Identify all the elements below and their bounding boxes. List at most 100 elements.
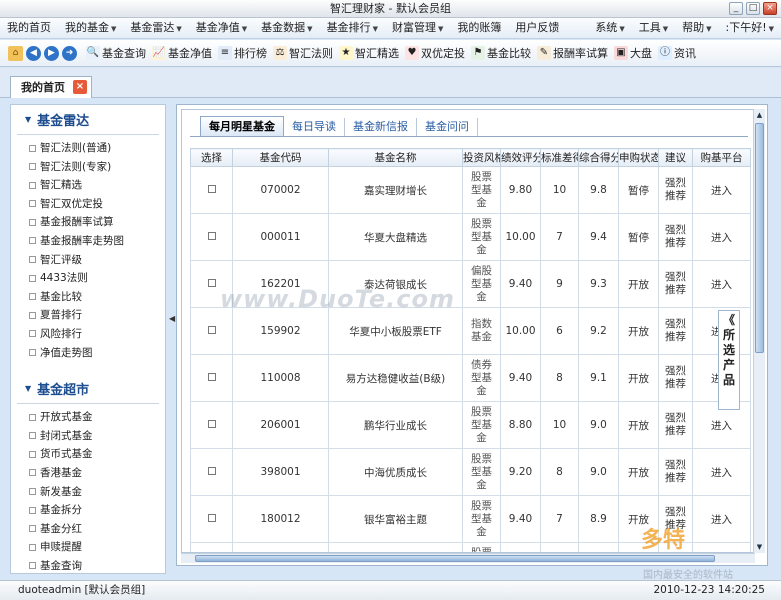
scroll-down-icon[interactable]: ▼ (754, 541, 765, 553)
subtab[interactable]: 每月明星基金 (200, 116, 284, 136)
horizontal-scrollbar[interactable] (181, 553, 755, 563)
sidebar-item[interactable]: 香港基金 (11, 464, 165, 483)
subtab[interactable]: 基金新信报 (345, 118, 417, 136)
back-icon[interactable]: ◀ (26, 45, 41, 61)
column-header[interactable]: 申购状态 (618, 148, 659, 167)
select-checkbox[interactable] (207, 373, 216, 381)
vertical-scrollbar[interactable]: ▲ ▼ (753, 109, 765, 553)
toolbar-button[interactable]: ≡ 排行榜 (218, 45, 267, 61)
sidebar-section-header[interactable]: ▼ 基金超市 (17, 374, 159, 405)
buy-link[interactable]: 进入 (692, 542, 751, 552)
menu-item[interactable]: 基金净值 ▼ (189, 17, 254, 40)
menu-item[interactable]: 基金排行 ▼ (320, 17, 385, 40)
sidebar-item[interactable]: 基金比较 (11, 288, 165, 307)
column-header[interactable]: 购基平台 (692, 148, 751, 167)
select-checkbox[interactable] (207, 467, 216, 475)
minimize-button[interactable]: _ (729, 2, 743, 15)
menu-item[interactable]: 基金雷达 ▼ (123, 17, 188, 40)
sidebar-item[interactable]: 基金查询 (11, 557, 165, 573)
select-checkbox[interactable] (207, 185, 216, 193)
sidebar-item[interactable]: 货币式基金 (11, 445, 165, 464)
sidebar-item[interactable]: 申赎提醒 (11, 538, 165, 557)
sidebar-item[interactable]: 基金拆分 (11, 501, 165, 520)
home-icon[interactable]: ⌂ (8, 45, 23, 61)
maximize-button[interactable]: □ (746, 2, 760, 15)
menu-item[interactable]: 我的账簿 (450, 17, 508, 40)
menu-item[interactable]: :下午好! ▼ (718, 17, 781, 40)
sidebar-item[interactable]: 封闭式基金 (11, 427, 165, 446)
buy-link[interactable]: 进入 (692, 166, 751, 214)
buy-link[interactable]: 进入 (692, 448, 751, 496)
close-tab-icon[interactable]: × (73, 80, 87, 94)
fund-name[interactable]: 银华富裕主题 (328, 495, 463, 543)
column-header[interactable]: 基金名称 (328, 148, 463, 167)
sidebar-item[interactable]: 开放式基金 (11, 408, 165, 427)
toolbar-button[interactable]: ★ 智汇精选 (339, 45, 399, 61)
sidebar-item[interactable]: 基金分红 (11, 520, 165, 539)
column-header[interactable]: 投资风格 (462, 148, 501, 167)
fund-name[interactable]: 鹏华行业成长 (328, 401, 463, 449)
column-header[interactable]: 建议 (658, 148, 693, 167)
column-header[interactable]: 选择 (190, 148, 233, 167)
toolbar-button[interactable]: 📈 基金净值 (152, 45, 212, 61)
column-header[interactable]: 基金代码 (232, 148, 329, 167)
sidebar-item[interactable]: 智汇评级 (11, 251, 165, 270)
select-checkbox[interactable] (207, 514, 216, 522)
menu-item[interactable]: 工具 ▼ (632, 17, 675, 40)
toolbar-button[interactable]: ⚖ 智汇法则 (273, 45, 333, 61)
menu-item[interactable]: 帮助 ▼ (675, 17, 718, 40)
scroll-up-icon[interactable]: ▲ (754, 109, 765, 121)
sidebar-item[interactable]: 新发基金 (11, 483, 165, 502)
vertical-scroll-thumb[interactable] (755, 123, 764, 353)
toolbar-button[interactable]: 🔍 基金查询 (86, 45, 146, 61)
sidebar-item[interactable]: 智汇法则(专家) (11, 158, 165, 177)
menu-item[interactable]: 财富管理 ▼ (385, 17, 450, 40)
fund-name[interactable]: 嘉实理财增长 (328, 166, 463, 214)
sidebar-item[interactable]: 基金报酬率试算 (11, 213, 165, 232)
fund-name[interactable]: 中海优质成长 (328, 448, 463, 496)
sidebar-item[interactable]: 智汇精选 (11, 176, 165, 195)
menu-item[interactable]: 系统 ▼ (588, 17, 631, 40)
subtab[interactable]: 基金问问 (417, 118, 478, 136)
buy-link[interactable]: 进入 (692, 260, 751, 308)
fund-name[interactable]: 华夏中小板股票ETF (328, 307, 463, 355)
select-checkbox[interactable] (207, 232, 216, 240)
menu-item[interactable]: 我的首页 (0, 17, 58, 40)
sidebar-item[interactable]: 4433法则 (11, 269, 165, 288)
fund-name[interactable]: 华夏大盘精选 (328, 213, 463, 261)
select-checkbox[interactable] (207, 279, 216, 287)
sidebar-section-header[interactable]: ▼ 基金雷达 (17, 105, 159, 135)
toolbar-button[interactable]: ▣ 大盘 (614, 45, 652, 61)
select-checkbox[interactable] (207, 326, 216, 334)
forward-icon[interactable]: ▶ (44, 45, 59, 61)
column-header[interactable]: 绩效评分 (500, 148, 541, 167)
toolbar-button[interactable]: ⓘ 资讯 (658, 45, 696, 61)
tab-my-home[interactable]: 我的首页 × (10, 76, 92, 98)
buy-link[interactable]: 进入 (692, 213, 751, 261)
menu-item[interactable]: 我的基金 ▼ (58, 17, 123, 40)
column-header[interactable]: 标准差得分 (540, 148, 579, 167)
sidebar-item[interactable]: 夏普排行 (11, 306, 165, 325)
selected-products-tab[interactable]: 《 所选产品 (718, 310, 740, 410)
go-icon[interactable]: ➜ (62, 45, 77, 61)
sidebar-item[interactable]: 风险排行 (11, 325, 165, 344)
sidebar-item[interactable]: 基金报酬率走势图 (11, 232, 165, 251)
fund-name[interactable]: 易方达稳健收益(B级) (328, 354, 463, 402)
sidebar-item[interactable]: 净值走势图 (11, 344, 165, 363)
collapse-arrow-icon[interactable]: ◀ (169, 314, 175, 323)
menu-item[interactable]: 用户反馈 (508, 17, 566, 40)
fund-name[interactable]: 嘉实服务增值 (328, 542, 463, 552)
toolbar-button[interactable]: ♥ 双优定投 (405, 45, 465, 61)
sidebar-item[interactable]: 智汇双优定投 (11, 195, 165, 214)
close-button[interactable]: × (763, 2, 777, 15)
column-header[interactable]: 综合得分 (578, 148, 619, 167)
fund-name[interactable]: 泰达荷银成长 (328, 260, 463, 308)
select-checkbox[interactable] (207, 420, 216, 428)
sidebar-splitter[interactable]: ◀ (168, 104, 176, 574)
toolbar-button[interactable]: ⚑ 基金比较 (471, 45, 531, 61)
buy-link[interactable]: 进入 (692, 495, 751, 543)
subtab[interactable]: 每日导读 (284, 118, 345, 136)
horizontal-scroll-thumb[interactable] (195, 555, 715, 562)
sidebar-item[interactable]: 智汇法则(普通) (11, 139, 165, 158)
menu-item[interactable]: 基金数据 ▼ (254, 17, 319, 40)
